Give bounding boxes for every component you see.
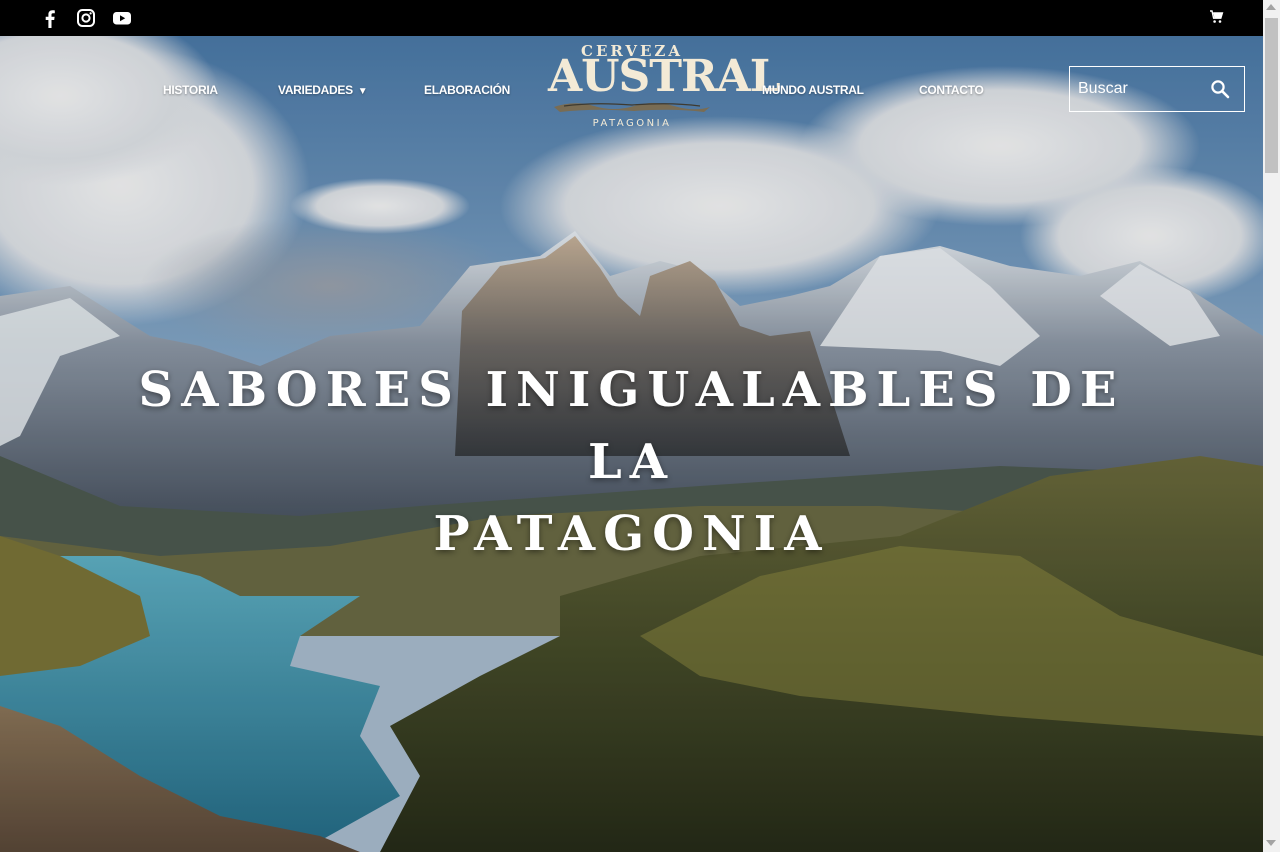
- search-icon[interactable]: [1210, 79, 1230, 99]
- chevron-down-icon: ▼: [357, 86, 368, 97]
- search-box: [1069, 66, 1245, 112]
- instagram-icon[interactable]: [76, 8, 96, 28]
- scrollbar-thumb[interactable]: [1265, 18, 1278, 173]
- search-input[interactable]: [1070, 67, 1208, 111]
- nav-item-variedades[interactable]: VARIEDADES ▼: [278, 83, 368, 99]
- nav-item-mundo-austral[interactable]: MUNDO AUSTRAL: [762, 83, 864, 99]
- hero-headline: SABORES INIGUALABLES DE LA PATAGONIA: [100, 354, 1163, 570]
- nav-item-variedades-label: VARIEDADES: [278, 83, 353, 97]
- logo-bottom-text: PATAGONIA: [592, 118, 672, 129]
- youtube-icon[interactable]: [112, 8, 132, 28]
- nav-item-elaboracion[interactable]: ELABORACIÓN: [424, 83, 510, 99]
- logo-main-text: AUSTRAL: [548, 51, 781, 102]
- hero-section: HISTORIA VARIEDADES ▼ ELABORACIÓN CERVEZA…: [0, 36, 1263, 852]
- scroll-up-arrow-icon[interactable]: [1266, 4, 1276, 10]
- hero-headline-line1: SABORES INIGUALABLES DE LA: [138, 362, 1125, 490]
- cart-icon[interactable]: [1209, 9, 1225, 25]
- hero-headline-line2: PATAGONIA: [433, 506, 830, 562]
- nav-item-historia[interactable]: HISTORIA: [163, 83, 218, 99]
- logo-wave-emblem: [554, 103, 710, 112]
- scroll-down-arrow-icon[interactable]: [1266, 840, 1276, 846]
- logo[interactable]: CERVEZA AUSTRAL PATAGONIA: [548, 42, 781, 134]
- facebook-icon[interactable]: [40, 8, 60, 28]
- nav-item-contacto[interactable]: CONTACTO: [919, 83, 984, 99]
- top-bar: [0, 0, 1263, 36]
